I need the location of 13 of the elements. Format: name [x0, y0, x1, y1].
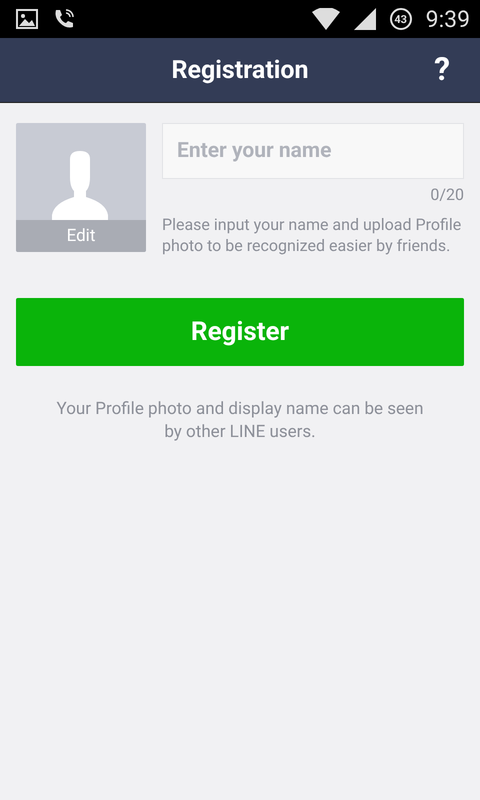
wifi-icon	[312, 8, 340, 30]
screen-title: Registration	[171, 56, 309, 84]
clock: 9:39	[426, 6, 470, 32]
privacy-notice: Your Profile photo and display name can be seen by other LINE users.	[56, 398, 424, 444]
hint-text: Please input your name and upload Profile photo to be recognized easier by friends.	[162, 214, 462, 256]
edit-photo-button[interactable]: Edit	[16, 220, 146, 252]
battery-badge: 43	[390, 8, 412, 30]
help-button[interactable]: ?	[428, 50, 456, 88]
register-button[interactable]: Register	[16, 298, 464, 366]
signal-icon	[354, 8, 376, 30]
image-icon	[16, 9, 38, 29]
name-input-field[interactable]: Enter your name	[162, 123, 464, 179]
character-counter: 0/20	[430, 185, 464, 204]
